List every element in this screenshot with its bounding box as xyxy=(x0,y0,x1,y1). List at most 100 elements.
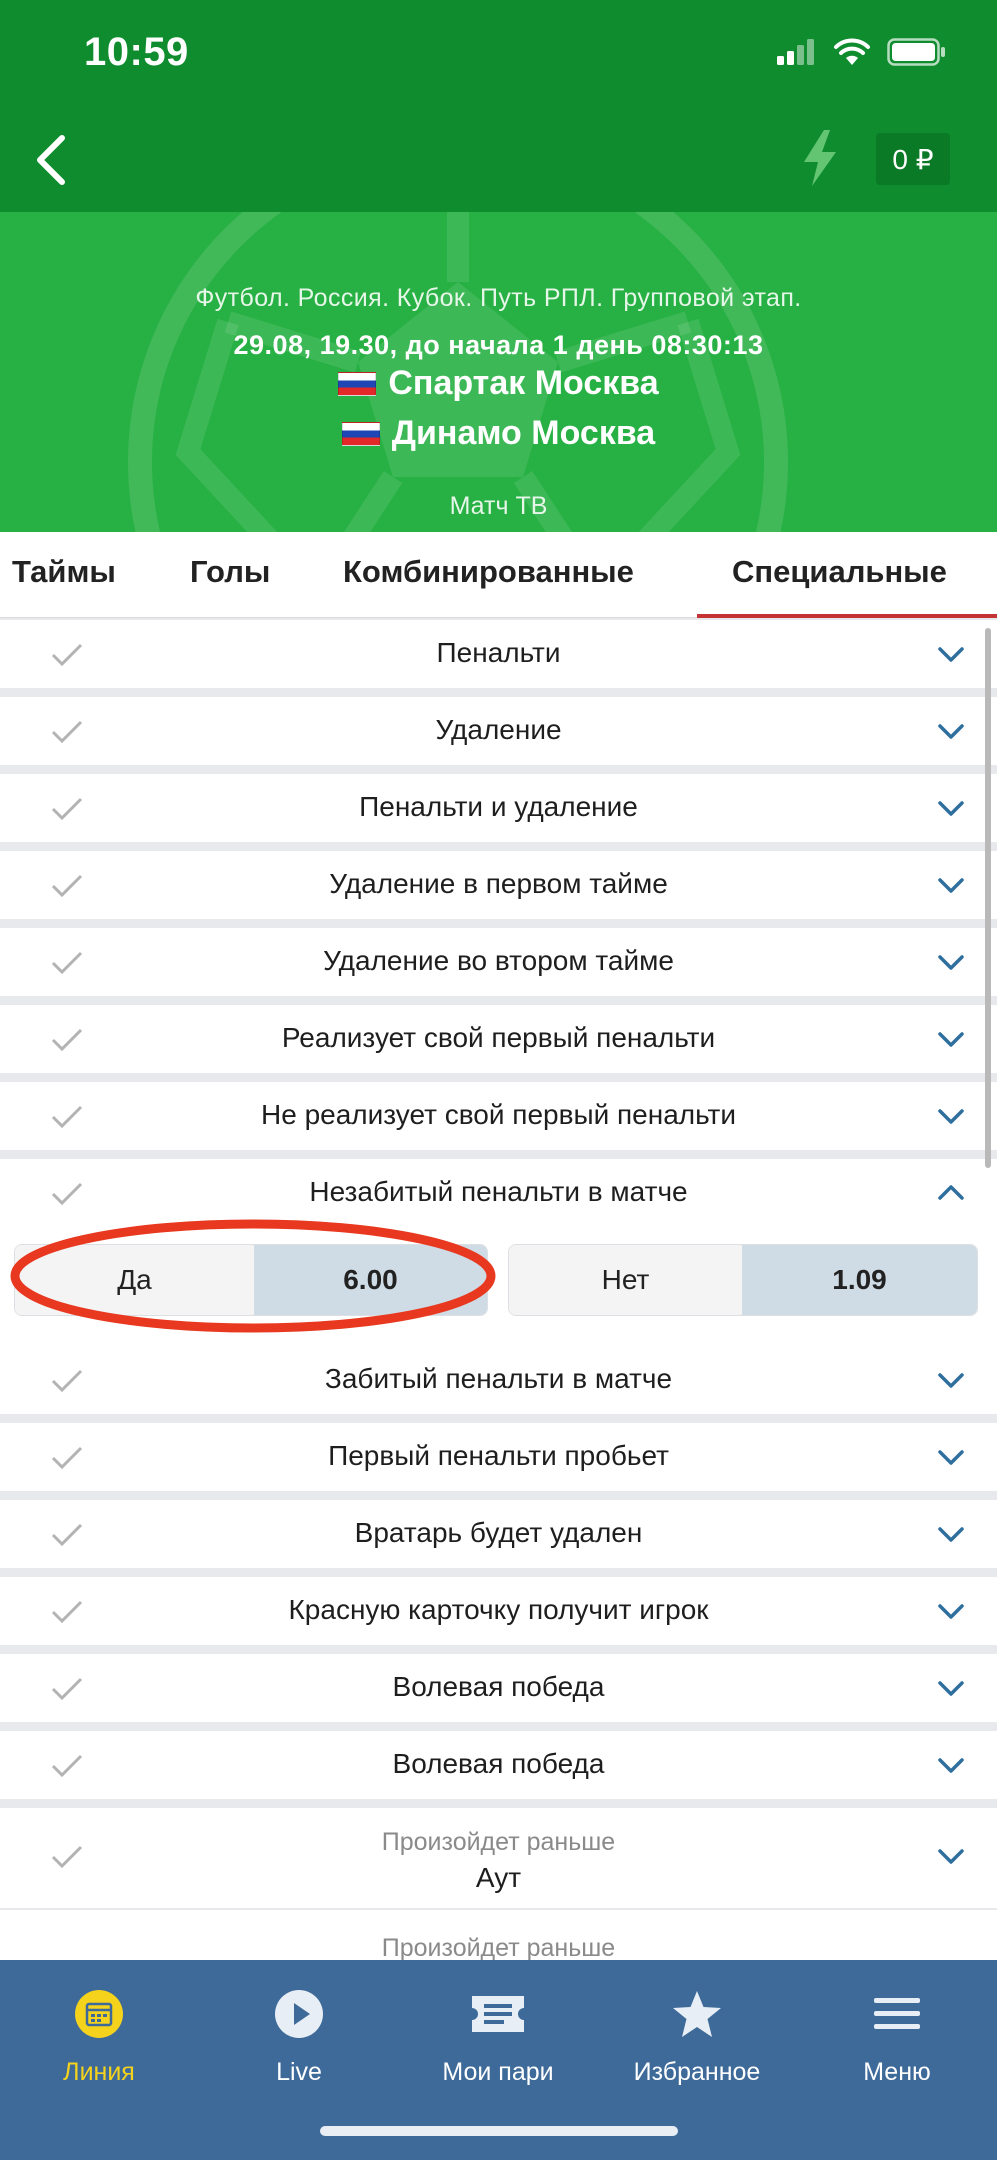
checkmark-icon xyxy=(51,1028,83,1052)
market-label: Удаление xyxy=(435,714,562,745)
team-home-name: Спартак Москва xyxy=(388,364,659,402)
market-label: Забитый пенальти в матче xyxy=(324,1363,673,1394)
active-tab-indicator xyxy=(697,614,997,618)
market-row-partial[interactable]: Произойдет раньше xyxy=(0,1910,997,1960)
scrollbar[interactable] xyxy=(985,628,991,1168)
russia-flag-icon xyxy=(341,421,380,446)
market-label: Удаление во втором тайме xyxy=(323,945,674,976)
market-label: Красную карточку получит игрок xyxy=(288,1594,709,1625)
chevron-down-icon xyxy=(938,1758,964,1773)
market-row[interactable]: Удаление в первом тайме xyxy=(0,851,997,919)
nav-line[interactable]: Линия xyxy=(9,1982,189,2087)
market-row[interactable]: Первый пенальти пробьет xyxy=(0,1423,997,1491)
battery-icon xyxy=(887,38,945,66)
checkmark-icon xyxy=(51,1105,83,1129)
chevron-down-icon xyxy=(938,1849,964,1864)
play-icon xyxy=(275,1990,323,2038)
home-indicator xyxy=(320,2126,678,2136)
nav-label: Линия xyxy=(63,2058,135,2086)
chevron-down-icon xyxy=(938,1681,964,1696)
team-away-name: Динамо Москва xyxy=(391,414,656,452)
nav-label: Мои пари xyxy=(442,2058,554,2086)
team-home: Спартак Москва xyxy=(0,364,997,403)
market-row[interactable]: Незабитый пенальти в матче xyxy=(0,1159,997,1227)
chevron-down-icon xyxy=(938,1109,964,1124)
checkmark-icon xyxy=(51,1754,83,1778)
nav-my-bets[interactable]: Мои пари xyxy=(408,1982,588,2087)
market-label: Не реализует свой первый пенальти xyxy=(261,1099,736,1130)
market-label: Волевая победа xyxy=(392,1671,605,1702)
checkmark-icon xyxy=(51,643,83,667)
checkmark-icon xyxy=(51,1446,83,1470)
market-row[interactable]: Произойдет раньше Аут xyxy=(0,1808,997,1908)
market-label: Удаление в первом тайме xyxy=(329,868,668,899)
checkmark-icon xyxy=(51,720,83,744)
market-sublabel: Произойдет раньше xyxy=(381,1934,616,1960)
market-row[interactable]: Не реализует свой первый пенальти xyxy=(0,1082,997,1150)
status-icons xyxy=(777,38,947,66)
market-label: Пенальти и удаление xyxy=(359,791,638,822)
market-row[interactable]: Волевая победа xyxy=(0,1654,997,1722)
market-row[interactable]: Пенальти и удаление xyxy=(0,774,997,842)
market-row[interactable]: Забитый пенальти в матче xyxy=(0,1346,997,1414)
market-label: Первый пенальти пробьет xyxy=(328,1440,669,1471)
chevron-down-icon xyxy=(938,1032,964,1047)
tab-combined[interactable]: Комбинированные xyxy=(343,554,634,590)
checkmark-icon xyxy=(51,1369,83,1393)
nav-label: Избранное xyxy=(633,2058,761,2086)
chevron-down-icon xyxy=(938,1373,964,1388)
market-row[interactable]: Удаление во втором тайме xyxy=(0,928,997,996)
market-tabs: Таймы Голы Комбинированные Специальные xyxy=(0,532,997,618)
market-row[interactable]: Волевая победа xyxy=(0,1731,997,1799)
odd-label: Нет xyxy=(509,1245,742,1315)
nav-label: Live xyxy=(276,2058,322,2086)
market-row[interactable]: Удаление xyxy=(0,697,997,765)
match-header: Футбол. Россия. Кубок. Путь РПЛ. Группов… xyxy=(0,212,997,532)
market-row[interactable]: Красную карточку получит игрок xyxy=(0,1577,997,1645)
chevron-down-icon xyxy=(938,801,964,816)
checkmark-icon xyxy=(51,1677,83,1701)
balance-button[interactable]: 0 ₽ xyxy=(876,133,950,185)
odds-row: Да 6.00 Нет 1.09 xyxy=(0,1222,997,1346)
nav-live[interactable]: Live xyxy=(209,1982,389,2087)
market-row[interactable]: Вратарь будет удален xyxy=(0,1500,997,1568)
nav-menu[interactable]: Меню xyxy=(807,1982,987,2087)
chevron-down-icon xyxy=(938,724,964,739)
nav-favorites[interactable]: Избранное xyxy=(607,1982,787,2087)
market-label: Незабитый пенальти в матче xyxy=(309,1176,688,1207)
lightning-icon[interactable] xyxy=(800,128,840,188)
market-label: Волевая победа xyxy=(392,1748,605,1779)
back-icon[interactable] xyxy=(28,130,72,190)
checkmark-icon xyxy=(51,797,83,821)
bottom-navigation: Линия Live Мои пари Избранное Меню xyxy=(0,1960,997,2160)
market-row[interactable]: Пенальти xyxy=(0,620,997,688)
team-away: Динамо Москва xyxy=(0,414,997,453)
top-bar: 10:59 0 ₽ xyxy=(0,0,997,212)
star-icon xyxy=(673,1991,721,2037)
checkmark-icon xyxy=(51,1182,83,1206)
odd-value: 6.00 xyxy=(253,1245,487,1315)
chevron-down-icon xyxy=(938,1450,964,1465)
odd-button-yes[interactable]: Да 6.00 xyxy=(14,1244,488,1316)
odd-button-no[interactable]: Нет 1.09 xyxy=(508,1244,978,1316)
wifi-icon xyxy=(834,38,870,65)
chevron-down-icon xyxy=(938,878,964,893)
market-label: Пенальти xyxy=(436,637,561,668)
tournament-title: Футбол. Россия. Кубок. Путь РПЛ. Группов… xyxy=(195,284,802,312)
signal-icon xyxy=(777,39,814,65)
tab-halves[interactable]: Таймы xyxy=(12,554,116,590)
chevron-down-icon xyxy=(938,1604,964,1619)
menu-icon xyxy=(874,1998,920,2029)
nav-label: Меню xyxy=(863,2058,931,2086)
market-label: Реализует свой первый пенальти xyxy=(281,1022,716,1053)
checkmark-icon xyxy=(51,874,83,898)
tab-goals[interactable]: Голы xyxy=(190,554,270,590)
chevron-down-icon xyxy=(938,1527,964,1542)
broadcast-channel: Матч ТВ xyxy=(449,492,548,520)
russia-flag-icon xyxy=(338,371,377,396)
checkmark-icon xyxy=(51,1523,83,1547)
chevron-down-icon xyxy=(938,647,964,662)
market-label: Вратарь будет удален xyxy=(354,1517,643,1548)
market-row[interactable]: Реализует свой первый пенальти xyxy=(0,1005,997,1073)
tab-special[interactable]: Специальные xyxy=(732,554,947,590)
